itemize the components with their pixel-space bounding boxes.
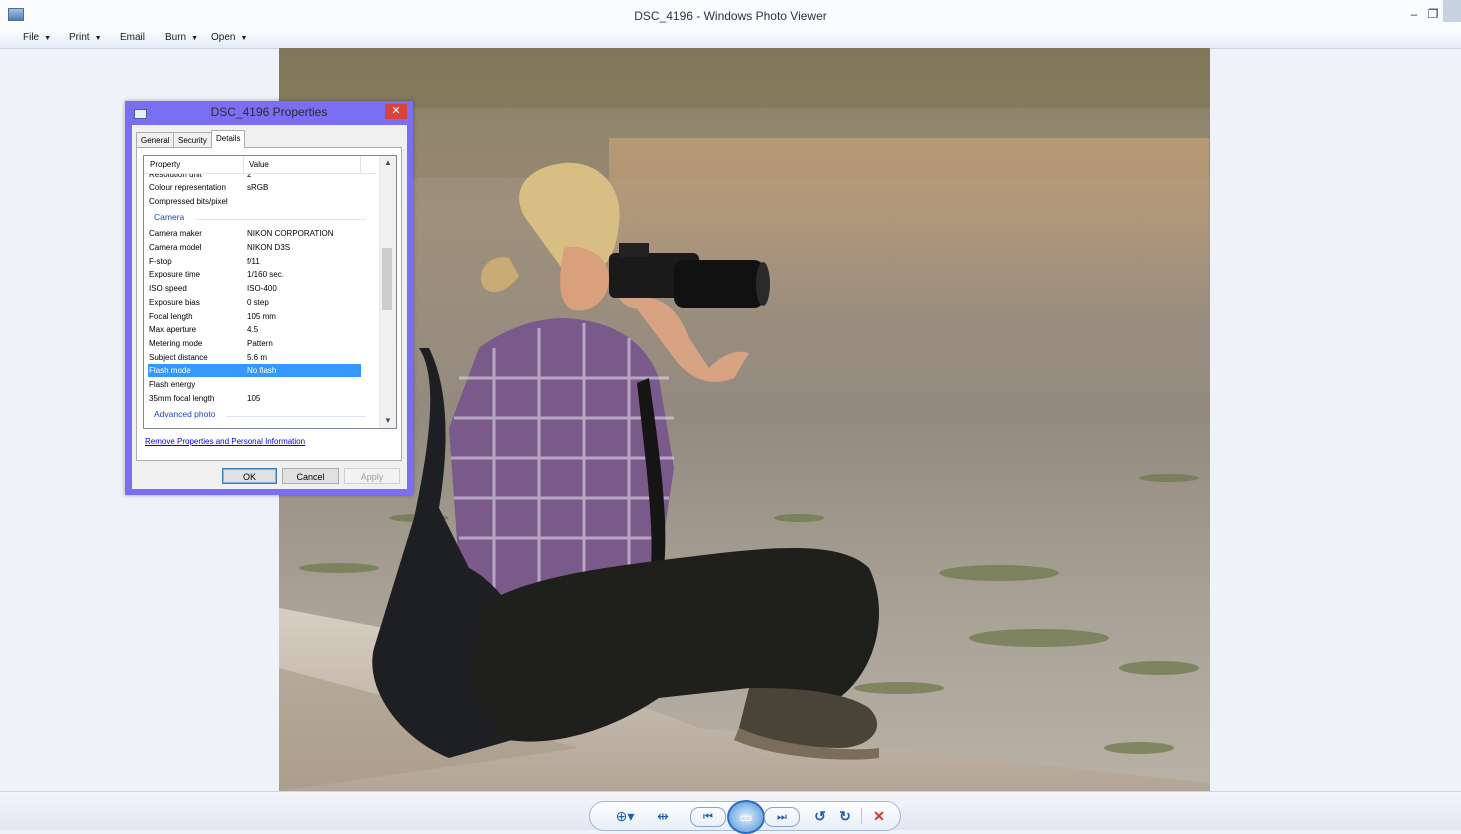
list-row[interactable]: Camera model NIKON D3S <box>148 241 361 254</box>
rotate-clockwise-icon[interactable]: ↻ <box>837 807 853 825</box>
chevron-down-icon[interactable]: ▼ <box>380 416 396 425</box>
group-divider <box>226 416 366 417</box>
property-list[interactable]: Property Value Resolution unit 2 Colour … <box>143 155 397 429</box>
group-header-camera: Camera <box>154 212 366 225</box>
apply-button[interactable]: Apply <box>344 468 400 484</box>
scrollbar-thumb[interactable] <box>382 248 392 310</box>
remove-properties-link[interactable]: Remove Properties and Personal Informati… <box>145 437 305 446</box>
menu-bar: File ▼ Print ▼ Email Burn ▼ Open ▼ <box>0 30 1461 49</box>
list-row-selected[interactable]: Flash mode No flash <box>148 364 361 377</box>
group-divider <box>196 219 366 220</box>
list-row[interactable]: Metering mode Pattern <box>148 337 361 350</box>
menu-email[interactable]: Email <box>120 32 145 43</box>
minimize-button[interactable]: – <box>1405 6 1423 22</box>
list-row[interactable]: 35mm focal length 105 <box>148 392 361 405</box>
list-row[interactable]: Compressed bits/pixel <box>148 195 361 208</box>
list-row[interactable]: Colour representation sRGB <box>148 181 361 194</box>
zoom-icon[interactable]: ⊕▾ <box>612 807 638 825</box>
column-header-value[interactable]: Value <box>249 160 269 169</box>
chevron-down-icon: ▼ <box>44 35 52 42</box>
ok-button[interactable]: OK <box>222 468 277 484</box>
list-row[interactable]: Exposure bias 0 step <box>148 296 361 309</box>
list-row[interactable]: ISO speed ISO-400 <box>148 282 361 295</box>
chevron-down-icon: ▼ <box>240 35 248 42</box>
dialog-title: DSC_4196 Properties <box>210 105 328 119</box>
group-header-advanced-photo: Advanced photo <box>154 409 366 422</box>
photo-image <box>279 48 1210 791</box>
window-title: DSC_4196 - Windows Photo Viewer <box>634 9 827 23</box>
list-row[interactable]: Max aperture 4.5 <box>148 323 361 336</box>
tab-details[interactable]: Details <box>211 130 246 148</box>
dialog-close-button[interactable]: ✕ <box>385 104 407 119</box>
list-row[interactable]: Subject distance 5.6 m <box>148 351 361 364</box>
menu-burn[interactable]: Burn ▼ <box>165 32 198 43</box>
chevron-down-icon: ▼ <box>94 35 102 42</box>
list-row[interactable]: Exposure time 1/160 sec. <box>148 268 361 281</box>
chevron-down-icon: ▼ <box>191 35 199 42</box>
list-scrollbar[interactable]: ▲ ▼ <box>379 156 396 428</box>
list-row[interactable]: Camera maker NIKON CORPORATION <box>148 227 361 240</box>
control-divider <box>861 808 862 824</box>
properties-dialog: DSC_4196 Properties ✕ General Security D… <box>125 101 413 495</box>
dialog-body: General Security Details Property Value … <box>132 125 407 489</box>
tab-security[interactable]: Security <box>173 132 212 147</box>
tab-general[interactable]: General <box>136 132 175 147</box>
title-bar: DSC_4196 - Windows Photo Viewer – ❐ <box>0 0 1461 30</box>
restore-button[interactable]: ❐ <box>1424 6 1442 22</box>
next-button[interactable]: ⏭ <box>764 807 800 827</box>
menu-print[interactable]: Print ▼ <box>69 32 102 43</box>
displayed-photo[interactable] <box>279 48 1210 791</box>
list-header: Property Value <box>144 156 376 174</box>
column-header-property[interactable]: Property <box>150 160 180 169</box>
actual-size-icon[interactable]: ⇹ <box>652 807 674 825</box>
rotate-counterclockwise-icon[interactable]: ↺ <box>812 807 828 825</box>
list-row[interactable]: Focal length 105 mm <box>148 310 361 323</box>
list-row[interactable]: F-stop f/11 <box>148 255 361 268</box>
cancel-button[interactable]: Cancel <box>282 468 339 484</box>
column-separator[interactable] <box>243 156 244 173</box>
close-button[interactable] <box>1443 0 1461 22</box>
menu-open[interactable]: Open ▼ <box>211 32 247 43</box>
delete-icon[interactable]: ✕ <box>870 807 888 825</box>
previous-button[interactable]: ⏮ <box>690 807 726 827</box>
list-row[interactable]: Flash energy <box>148 378 361 391</box>
chevron-up-icon[interactable]: ▲ <box>380 158 396 167</box>
menu-file[interactable]: File ▼ <box>23 32 51 43</box>
column-separator[interactable] <box>360 156 361 173</box>
